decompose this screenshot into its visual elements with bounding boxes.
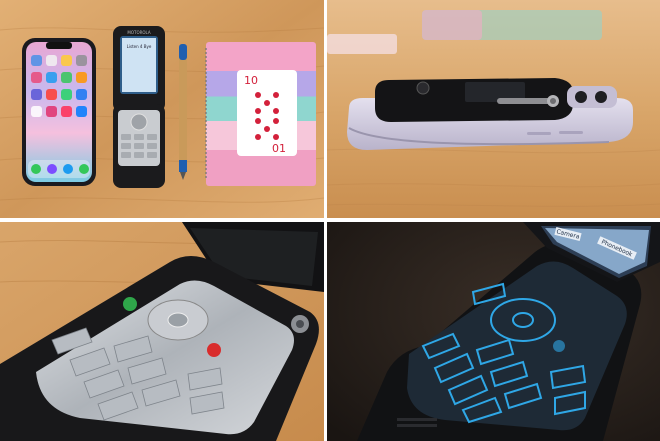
keypad-scene — [0, 222, 324, 441]
photo-backlit-keypad: Camera Phonebook — [327, 222, 660, 441]
flatlay-scene: MOTOROLA Listen 4 Bye 10 01 — [0, 0, 324, 218]
card-rank-bottom: 01 — [272, 142, 286, 155]
pen — [179, 44, 187, 180]
razr-brand: MOTOROLA — [127, 30, 150, 35]
stacked-scene — [327, 0, 660, 218]
backlit-scene: Camera Phonebook — [327, 222, 660, 441]
photo-collage: MOTOROLA Listen 4 Bye 10 01 Camera Phone… — [0, 0, 660, 441]
photo-stacked-phones — [327, 0, 660, 218]
iphone — [22, 38, 96, 186]
notebook: 10 01 — [205, 42, 316, 186]
camera-bump-icon — [567, 86, 617, 108]
photo-keypad-closeup — [0, 222, 324, 441]
razr-screen-text: Listen 4 Bye — [127, 44, 152, 49]
card-rank-top: 10 — [244, 74, 258, 87]
razr-phone-open: MOTOROLA Listen 4 Bye — [113, 26, 165, 188]
razr-phone-closed — [375, 78, 573, 122]
photo-flatlay: MOTOROLA Listen 4 Bye 10 01 — [0, 0, 324, 218]
